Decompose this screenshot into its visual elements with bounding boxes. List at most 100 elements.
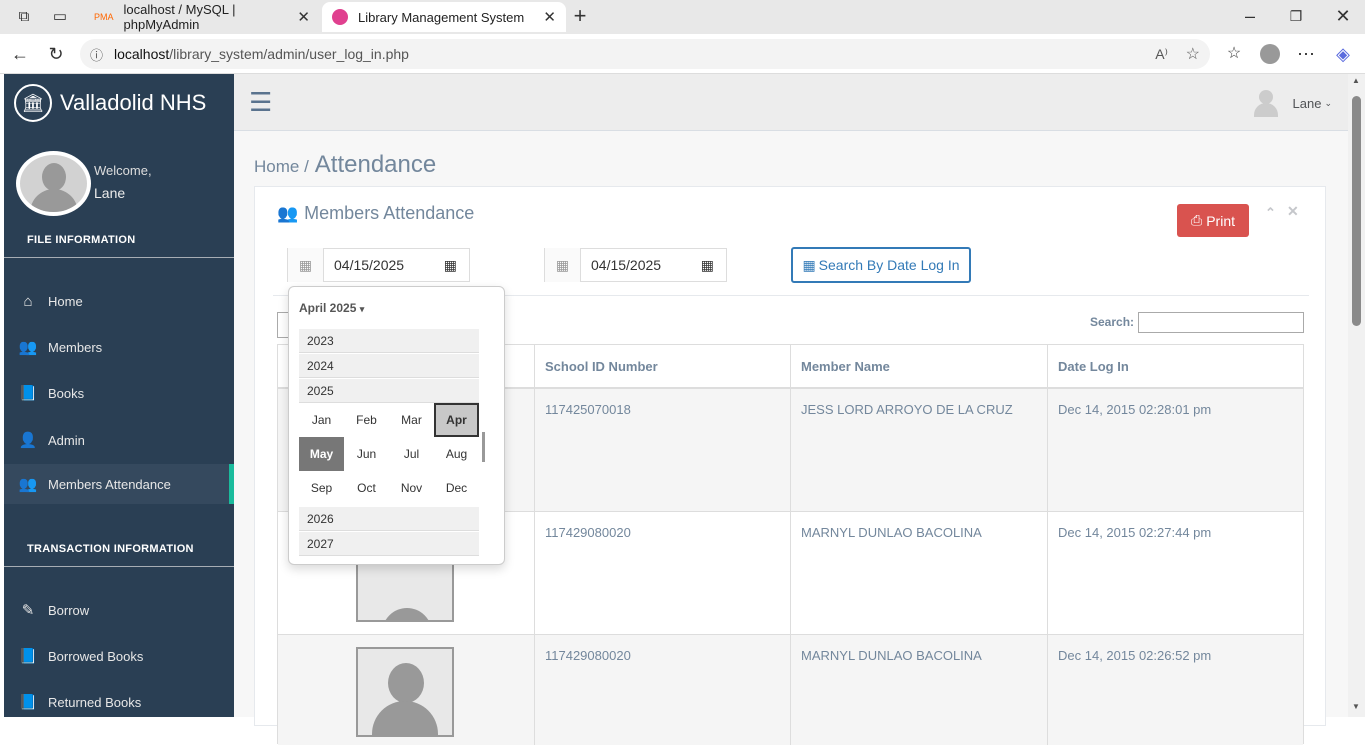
month-mar[interactable]: Mar	[389, 403, 434, 437]
scroll-down-icon[interactable]: ▼	[1352, 702, 1360, 711]
picker-year[interactable]: 2026	[299, 507, 479, 531]
tab-actions-icon[interactable]: ▭	[48, 5, 72, 29]
favorites-icon[interactable]: ☆	[1222, 42, 1246, 66]
print-label: Print	[1206, 212, 1235, 229]
picker-year[interactable]: 2027	[299, 532, 479, 556]
caret-down-icon: ▾	[359, 304, 365, 314]
url-path: /library_system/admin/user_log_in.php	[169, 46, 409, 62]
tab-label: localhost / MySQL | phpMyAdmin	[123, 2, 236, 32]
tab-library[interactable]: Library Management System ✕	[322, 2, 566, 32]
picker-year[interactable]: 2024	[299, 354, 479, 378]
month-jun[interactable]: Jun	[344, 437, 389, 471]
browser-tab-strip: ⧉ ▭ PMA localhost / MySQL | phpMyAdmin ✕…	[0, 0, 1365, 34]
search-by-date-label: Search By Date Log In	[818, 257, 960, 273]
col-header-date-log-in[interactable]: Date Log In	[1048, 345, 1305, 387]
breadcrumb-home[interactable]: Home /	[254, 157, 309, 177]
close-icon[interactable]: ✕	[1287, 203, 1299, 220]
close-icon[interactable]: ✕	[543, 8, 556, 26]
sidebar-item-label: Home	[48, 293, 83, 309]
user-icon: 👤	[18, 432, 38, 449]
calendar-icon: ▦	[802, 256, 816, 273]
edit-icon: ✎	[21, 602, 35, 619]
page-scrollbar[interactable]: ▲ ▼	[1348, 74, 1365, 717]
scroll-up-icon[interactable]: ▲	[1352, 76, 1360, 85]
close-icon[interactable]: ✕	[297, 8, 310, 26]
picker-year[interactable]: 2023	[299, 329, 479, 353]
picker-scrollbar[interactable]	[482, 432, 485, 462]
welcome-text: Welcome,	[94, 163, 152, 178]
month-sep[interactable]: Sep	[299, 471, 344, 505]
picker-header[interactable]: April 2025 ▾	[299, 301, 364, 315]
sidebar-item-label: Borrowed Books	[48, 648, 144, 664]
month-nov[interactable]: Nov	[389, 471, 434, 505]
refresh-icon[interactable]: ↻	[44, 42, 68, 66]
window-close-icon[interactable]: ✕	[1331, 4, 1355, 28]
sidebar-item-label: Members Attendance	[48, 476, 171, 492]
month-jan[interactable]: Jan	[299, 403, 344, 437]
date-to-value: 04/15/2025	[591, 257, 662, 273]
sidebar-item-admin[interactable]: 👤 Admin	[4, 420, 234, 460]
restore-icon[interactable]: ❐	[1284, 4, 1308, 28]
sidebar-item-label: Admin	[48, 432, 85, 448]
page-title: Attendance	[314, 151, 437, 178]
search-label: Search:	[1090, 315, 1135, 329]
cell-school-id: 117429080020	[545, 648, 631, 663]
book-icon: 📘	[18, 694, 38, 711]
back-icon[interactable]: ←	[8, 42, 32, 66]
calendar-picker-icon[interactable]: ▦	[444, 257, 457, 274]
tab-phpmyadmin[interactable]: PMA localhost / MySQL | phpMyAdmin ✕	[84, 2, 320, 32]
more-icon[interactable]: ⋯	[1294, 42, 1318, 66]
date-from-field[interactable]: ▦ 04/15/2025 ▦	[287, 248, 470, 282]
col-header-member-name[interactable]: Member Name	[791, 345, 1048, 387]
workspaces-icon[interactable]: ⧉	[12, 5, 36, 29]
sidebar-item-members-attendance[interactable]: 👥 Members Attendance	[4, 464, 234, 504]
calendar-icon: ▦	[545, 248, 581, 282]
calendar-icon: ▦	[288, 248, 324, 282]
scrollbar-thumb[interactable]	[1352, 96, 1361, 326]
info-icon: ⓘ	[90, 47, 104, 63]
users-icon: 👥	[18, 339, 38, 356]
month-may[interactable]: May	[299, 437, 344, 471]
collapse-icon[interactable]: ⌃	[1265, 205, 1276, 221]
brand[interactable]: 🏛 Valladolid NHS	[14, 84, 206, 122]
calendar-picker-icon[interactable]: ▦	[701, 257, 714, 274]
member-photo	[356, 647, 454, 737]
sidebar-item-label: Borrow	[48, 602, 90, 618]
cell-date-log-in: Dec 14, 2015 02:26:52 pm	[1058, 648, 1212, 663]
sidebar-item-borrow[interactable]: ✎ Borrow	[4, 590, 234, 630]
month-oct[interactable]: Oct	[344, 471, 389, 505]
menu-toggle-icon[interactable]: ☰	[249, 89, 272, 115]
month-aug[interactable]: Aug	[434, 437, 479, 471]
favorite-icon[interactable]: ☆	[1186, 44, 1200, 64]
new-tab-icon[interactable]: +	[568, 4, 592, 28]
brand-name: Valladolid NHS	[60, 90, 207, 115]
print-button[interactable]: ⎙ Print	[1177, 204, 1249, 237]
picker-year[interactable]: 2025	[299, 379, 479, 403]
month-apr[interactable]: Apr	[434, 403, 479, 437]
month-feb[interactable]: Feb	[344, 403, 389, 437]
users-icon: 👥	[18, 476, 38, 493]
search-by-date-button[interactable]: ▦ Search By Date Log In	[791, 247, 971, 283]
copilot-icon[interactable]: ◈	[1331, 42, 1355, 66]
sidebar-item-home[interactable]: ⌂ Home	[4, 281, 234, 321]
sidebar-item-books[interactable]: 📘 Books	[4, 373, 234, 413]
search-input[interactable]	[1138, 312, 1304, 333]
read-aloud-icon[interactable]: A⁾	[1155, 46, 1168, 63]
sidebar-item-returned-books[interactable]: 📘 Returned Books	[4, 682, 234, 722]
month-picker: April 2025 ▾ 2023 2024 2025 Jan Feb Mar …	[288, 286, 505, 565]
phpmyadmin-icon: PMA	[94, 12, 114, 22]
month-jul[interactable]: Jul	[389, 437, 434, 471]
date-to-field[interactable]: ▦ 04/15/2025 ▦	[544, 248, 727, 282]
user-menu[interactable]: Lane ⌄	[1253, 88, 1332, 118]
sidebar-item-members[interactable]: 👥 Members	[4, 327, 234, 367]
sidebar-item-borrowed-books[interactable]: 📘 Borrowed Books	[4, 636, 234, 676]
minimize-icon[interactable]: –	[1238, 4, 1262, 28]
avatar	[16, 151, 91, 216]
profile-icon[interactable]	[1258, 42, 1282, 66]
address-bar[interactable]: ⓘ localhost/library_system/admin/user_lo…	[80, 39, 1210, 69]
cell-date-log-in: Dec 14, 2015 02:28:01 pm	[1058, 402, 1212, 417]
month-dec[interactable]: Dec	[434, 471, 479, 505]
col-header-school-id[interactable]: School ID Number	[535, 345, 791, 387]
print-icon: ⎙	[1191, 212, 1203, 228]
user-avatar-icon	[1253, 88, 1279, 118]
